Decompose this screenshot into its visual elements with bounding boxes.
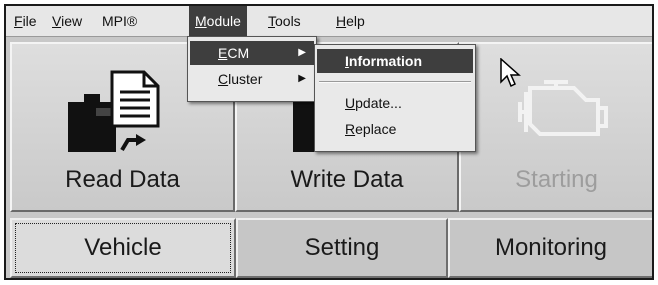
- menu-item-ecm-mnemonic: E: [218, 45, 228, 61]
- ecm-submenu: Information Update... Replace: [314, 44, 476, 152]
- menu-view[interactable]: View: [46, 6, 88, 36]
- menu-tools-mnemonic: T: [268, 13, 275, 29]
- menu-item-replace-label: eplace: [355, 121, 397, 137]
- menu-file-label: ile: [22, 13, 37, 29]
- menu-item-update[interactable]: Update...: [317, 91, 473, 115]
- menu-item-ecm-label: CM: [227, 45, 250, 61]
- menu-mpi-label: MPI®: [102, 13, 138, 29]
- mouse-cursor-icon: [500, 58, 521, 88]
- tab-monitoring-label: Monitoring: [494, 234, 608, 261]
- starting-label: Starting: [515, 166, 598, 193]
- ecu-document-icon: [68, 70, 160, 152]
- menu-module[interactable]: Module: [189, 6, 247, 36]
- menu-item-information-label: nformation: [348, 53, 422, 69]
- module-menu: ECM ▶ Cluster ▶: [187, 36, 317, 102]
- menu-item-update-label: pdate...: [355, 95, 402, 111]
- focus-rectangle: [15, 223, 231, 273]
- menu-mpi[interactable]: MPI®: [96, 6, 143, 36]
- menu-item-update-mnemonic: U: [345, 95, 356, 111]
- menu-module-label: odule: [206, 13, 241, 29]
- menu-help-mnemonic: H: [336, 13, 347, 29]
- menu-tools[interactable]: Tools: [262, 6, 307, 36]
- tab-setting-label: Setting: [304, 234, 380, 261]
- menu-help-label: elp: [346, 13, 365, 29]
- menu-item-ecm[interactable]: ECM ▶: [190, 41, 314, 65]
- menu-help[interactable]: Help: [330, 6, 371, 36]
- starting-button[interactable]: Starting: [459, 42, 652, 212]
- menu-module-mnemonic: M: [195, 13, 207, 29]
- menu-file[interactable]: File: [8, 6, 43, 36]
- write-data-label: Write Data: [290, 166, 404, 193]
- submenu-arrow-icon: ▶: [298, 47, 306, 58]
- menu-bar: File View MPI® Module Tools Help: [6, 6, 652, 37]
- tab-vehicle[interactable]: Vehicle: [10, 218, 236, 278]
- menu-item-information[interactable]: Information: [317, 49, 473, 73]
- menu-separator: [319, 81, 471, 83]
- tab-setting[interactable]: Setting: [236, 218, 448, 278]
- menu-item-replace-mnemonic: R: [345, 121, 356, 137]
- menu-item-cluster-label: luster: [228, 71, 263, 87]
- menu-item-cluster[interactable]: Cluster ▶: [190, 67, 314, 91]
- menu-view-label: iew: [61, 13, 83, 29]
- read-data-label: Read Data: [65, 166, 180, 193]
- app-window: File View MPI® Module Tools Help Read Da…: [4, 4, 654, 280]
- menu-tools-label: ools: [275, 13, 301, 29]
- menu-file-mnemonic: F: [14, 13, 23, 29]
- menu-item-replace[interactable]: Replace: [317, 117, 473, 141]
- tab-monitoring[interactable]: Monitoring: [448, 218, 652, 278]
- menu-item-cluster-mnemonic: C: [218, 71, 229, 87]
- engine-icon: [518, 80, 608, 136]
- menu-view-mnemonic: V: [52, 13, 62, 29]
- submenu-arrow-icon: ▶: [298, 73, 306, 84]
